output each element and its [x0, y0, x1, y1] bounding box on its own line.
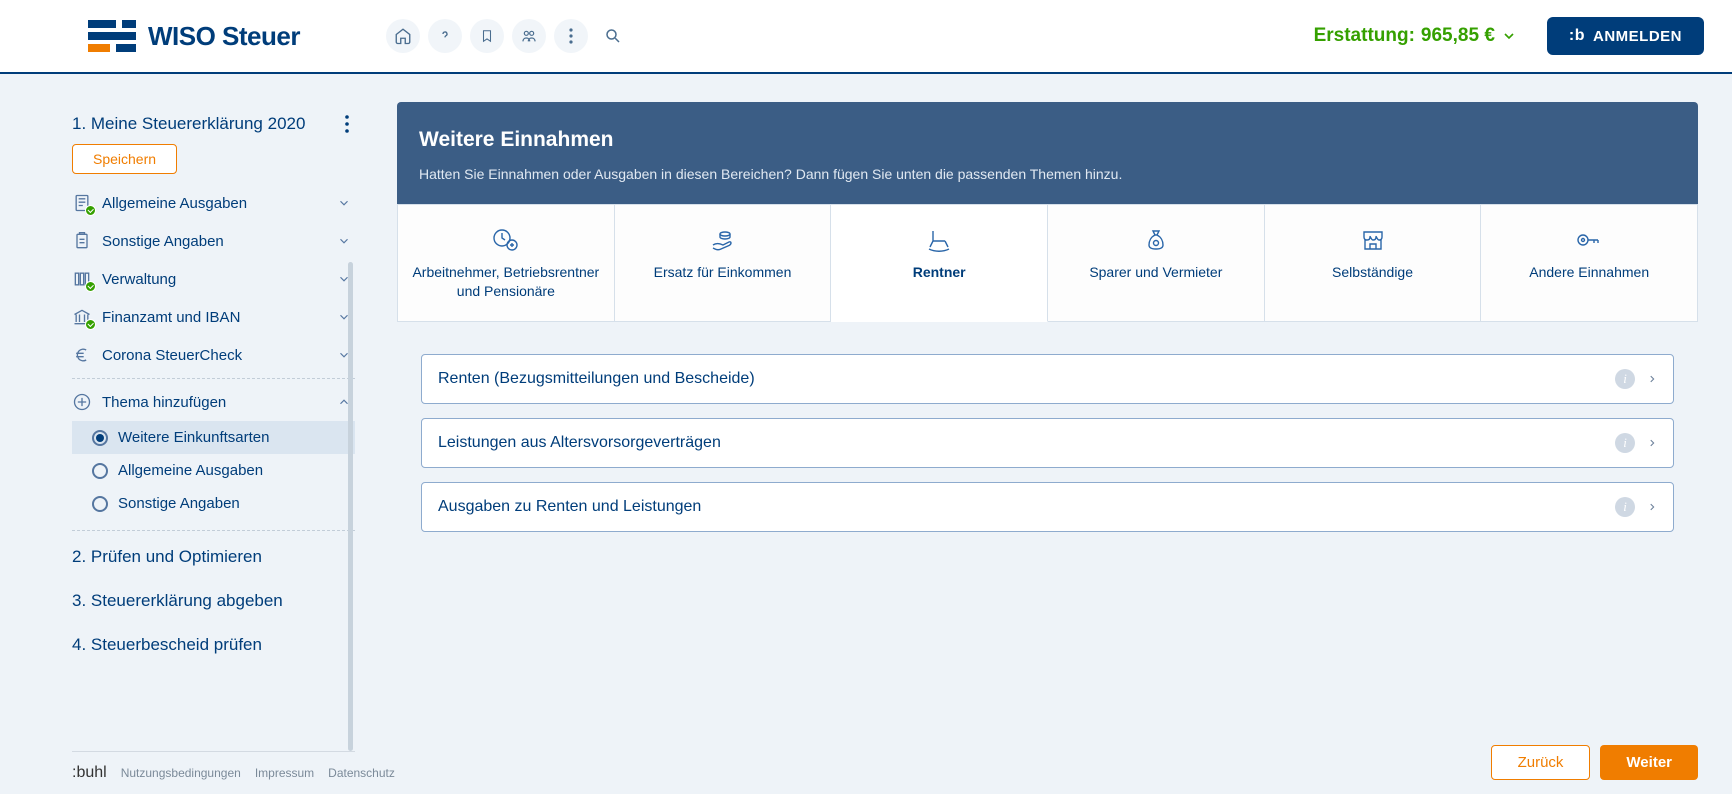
- signin-button[interactable]: :b ANMELDEN: [1547, 17, 1704, 55]
- sub-item-sonstige-angaben[interactable]: Sonstige Angaben: [72, 487, 355, 520]
- bank-icon: [72, 307, 92, 327]
- topic-renten[interactable]: Renten (Bezugsmitteilungen und Bescheide…: [421, 354, 1674, 404]
- sidebar: 1. Meine Steuererklärung 2020 Speichern …: [0, 74, 355, 794]
- step-3-heading[interactable]: 3. Steuererklärung abgeben: [72, 579, 355, 623]
- more-icon[interactable]: [554, 19, 588, 53]
- footer-link-datenschutz[interactable]: Datenschutz: [328, 766, 395, 780]
- topic-list: Renten (Bezugsmitteilungen und Bescheide…: [397, 322, 1698, 566]
- sidebar-footer: :buhl Nutzungsbedingungen Impressum Date…: [72, 751, 355, 794]
- chevron-down-icon: [1501, 28, 1517, 44]
- topic-altersvorsorge[interactable]: Leistungen aus Altersvorsorgeverträgen i: [421, 418, 1674, 468]
- next-button[interactable]: Weiter: [1600, 745, 1698, 780]
- refund-amount: 965,85 €: [1421, 25, 1495, 47]
- bookmark-icon[interactable]: [470, 19, 504, 53]
- tab-sparer[interactable]: Sparer und Vermieter: [1048, 204, 1265, 322]
- step-menu-icon[interactable]: [345, 115, 349, 133]
- refund-label: Erstattung:: [1314, 25, 1415, 47]
- refund-display[interactable]: Erstattung: 965,85 €: [1314, 25, 1517, 47]
- step-1-title: 1. Meine Steuererklärung 2020: [72, 114, 305, 134]
- chevron-right-icon: [1647, 499, 1657, 515]
- info-icon[interactable]: i: [1615, 497, 1635, 517]
- page-subtitle: Hatten Sie Einnahmen oder Ausgaben in di…: [419, 166, 1676, 182]
- footer-link-impressum[interactable]: Impressum: [255, 766, 314, 780]
- money-bag-icon: [1142, 227, 1170, 253]
- key-coin-icon: [1574, 227, 1604, 253]
- nav-item-finanzamt[interactable]: Finanzamt und IBAN: [72, 298, 355, 336]
- clock-coin-icon: [492, 227, 520, 253]
- page-footer: Zurück Weiter: [397, 731, 1698, 794]
- radio-selected-icon: [92, 430, 108, 446]
- nav-item-allgemeine-ausgaben[interactable]: Allgemeine Ausgaben: [72, 184, 355, 222]
- step-2-heading[interactable]: 2. Prüfen und Optimieren: [72, 535, 355, 579]
- tab-arbeitnehmer[interactable]: Arbeitnehmer, Betriebsrentner und Pensio…: [397, 204, 615, 322]
- sub-item-allgemeine-ausgaben[interactable]: Allgemeine Ausgaben: [72, 454, 355, 487]
- home-icon[interactable]: [386, 19, 420, 53]
- tab-ersatz[interactable]: Ersatz für Einkommen: [615, 204, 832, 322]
- footer-brand: :buhl: [72, 764, 107, 782]
- chevron-down-icon: [337, 196, 355, 210]
- nav-item-verwaltung[interactable]: Verwaltung: [72, 260, 355, 298]
- search-icon[interactable]: [596, 19, 630, 53]
- chevron-down-icon: [337, 234, 355, 248]
- plus-circle-icon: [72, 392, 92, 412]
- topbar: WISO Steuer Erstattung: 965,85 € :b ANME: [0, 0, 1732, 74]
- euro-icon: [72, 345, 92, 365]
- radio-icon: [92, 463, 108, 479]
- sub-item-weitere-einkunftsarten[interactable]: Weitere Einkunftsarten: [72, 421, 355, 454]
- clipboard-icon: [72, 231, 92, 251]
- category-tabs: Arbeitnehmer, Betriebsrentner und Pensio…: [397, 204, 1698, 322]
- save-button[interactable]: Speichern: [72, 144, 177, 174]
- nav-item-corona[interactable]: Corona SteuerCheck: [72, 336, 355, 374]
- hand-coins-icon: [709, 227, 737, 253]
- document-icon: [72, 193, 92, 213]
- chevron-right-icon: [1647, 371, 1657, 387]
- rocking-chair-icon: [925, 227, 953, 253]
- logo-icon: [88, 16, 136, 56]
- chevron-right-icon: [1647, 435, 1657, 451]
- people-icon[interactable]: [512, 19, 546, 53]
- app-name: WISO Steuer: [148, 21, 300, 52]
- tab-andere[interactable]: Andere Einnahmen: [1481, 204, 1698, 322]
- signin-label: ANMELDEN: [1593, 28, 1682, 45]
- shop-icon: [1359, 227, 1387, 253]
- nav-tree: Allgemeine Ausgaben Sonstige Angaben: [72, 184, 355, 531]
- info-icon[interactable]: i: [1615, 433, 1635, 453]
- buhl-icon: :b: [1569, 27, 1585, 45]
- folders-icon: [72, 269, 92, 289]
- scrollbar[interactable]: [348, 262, 353, 751]
- page-header: Weitere Einnahmen Hatten Sie Einnahmen o…: [397, 102, 1698, 204]
- nav-item-add-topic[interactable]: Thema hinzufügen: [72, 383, 355, 421]
- footer-link-nutzungsbedingungen[interactable]: Nutzungsbedingungen: [121, 766, 241, 780]
- topic-ausgaben[interactable]: Ausgaben zu Renten und Leistungen i: [421, 482, 1674, 532]
- tab-rentner[interactable]: Rentner: [831, 204, 1048, 322]
- tab-selbstaendige[interactable]: Selbständige: [1265, 204, 1482, 322]
- step-4-heading[interactable]: 4. Steuerbescheid prüfen: [72, 623, 355, 667]
- back-button[interactable]: Zurück: [1491, 745, 1591, 780]
- toolbar: [386, 19, 630, 53]
- info-icon[interactable]: i: [1615, 369, 1635, 389]
- app-logo[interactable]: WISO Steuer: [88, 16, 300, 56]
- nav-item-sonstige-angaben[interactable]: Sonstige Angaben: [72, 222, 355, 260]
- main-content: Weitere Einnahmen Hatten Sie Einnahmen o…: [355, 74, 1732, 794]
- help-icon[interactable]: [428, 19, 462, 53]
- step-1-heading[interactable]: 1. Meine Steuererklärung 2020: [72, 114, 355, 134]
- radio-icon: [92, 496, 108, 512]
- page-title: Weitere Einnahmen: [419, 128, 1676, 152]
